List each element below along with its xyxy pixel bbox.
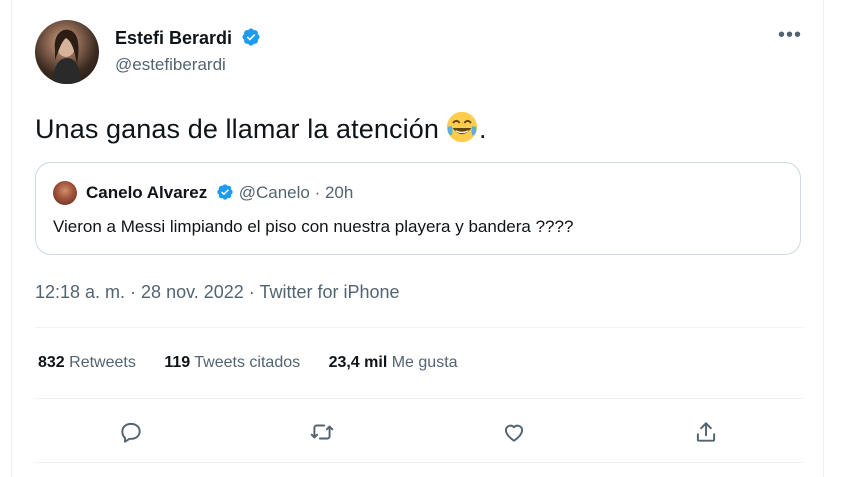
more-options-icon[interactable]: ••• bbox=[778, 25, 802, 48]
face-with-tears-of-joy-icon bbox=[446, 111, 478, 143]
retweets-count: 832 bbox=[38, 354, 65, 371]
divider bbox=[35, 327, 803, 328]
engagement-stats: 832 Retweets 119 Tweets citados 23,4 mil… bbox=[38, 354, 482, 372]
like-icon bbox=[504, 424, 524, 442]
verified-badge-icon bbox=[242, 28, 260, 46]
author-name-text[interactable]: Estefi Berardi bbox=[115, 28, 232, 48]
quoted-author: Canelo Alvarez @Canelo · 20h bbox=[86, 183, 353, 203]
quotes-stat[interactable]: 119 Tweets citados bbox=[164, 354, 300, 372]
quoted-author-name: Canelo Alvarez bbox=[86, 183, 208, 202]
reply-button[interactable] bbox=[117, 418, 145, 446]
quoted-meta: @Canelo · 20h bbox=[238, 183, 354, 202]
quoted-text: Vieron a Messi limpiando el piso con nue… bbox=[53, 217, 574, 236]
retweets-label: Retweets bbox=[69, 354, 136, 371]
divider bbox=[35, 398, 803, 399]
like-button[interactable] bbox=[500, 418, 528, 446]
frame-border-right bbox=[823, 0, 824, 477]
divider bbox=[35, 462, 803, 463]
share-button[interactable] bbox=[692, 418, 720, 446]
share-icon bbox=[696, 422, 716, 442]
retweets-stat[interactable]: 832 Retweets bbox=[38, 354, 136, 372]
likes-count: 23,4 mil bbox=[328, 354, 388, 371]
retweet-icon bbox=[310, 424, 334, 440]
likes-label: Me gusta bbox=[391, 354, 458, 371]
reply-icon bbox=[121, 422, 141, 443]
author-avatar[interactable] bbox=[35, 20, 99, 84]
tweet-timestamp[interactable]: 12:18 a. m. · 28 nov. 2022 · Twitter for… bbox=[35, 282, 400, 303]
verified-badge-icon bbox=[217, 184, 233, 200]
retweet-button[interactable] bbox=[308, 418, 336, 446]
tweet-text: Unas ganas de llamar la atención . bbox=[35, 110, 487, 145]
frame-border-left bbox=[11, 0, 12, 477]
tweet-text-period: . bbox=[478, 114, 487, 144]
likes-stat[interactable]: 23,4 mil Me gusta bbox=[329, 354, 458, 372]
quotes-count: 119 bbox=[164, 354, 191, 371]
author-name[interactable]: Estefi Berardi bbox=[115, 27, 261, 49]
quoted-author-avatar bbox=[53, 181, 77, 205]
tweet-text-content: Unas ganas de llamar la atención bbox=[35, 114, 439, 144]
quoted-tweet-card[interactable]: Canelo Alvarez @Canelo · 20h Vieron a Me… bbox=[35, 162, 801, 255]
quotes-label: Tweets citados bbox=[194, 354, 301, 371]
author-handle[interactable]: @estefiberardi bbox=[115, 55, 226, 75]
